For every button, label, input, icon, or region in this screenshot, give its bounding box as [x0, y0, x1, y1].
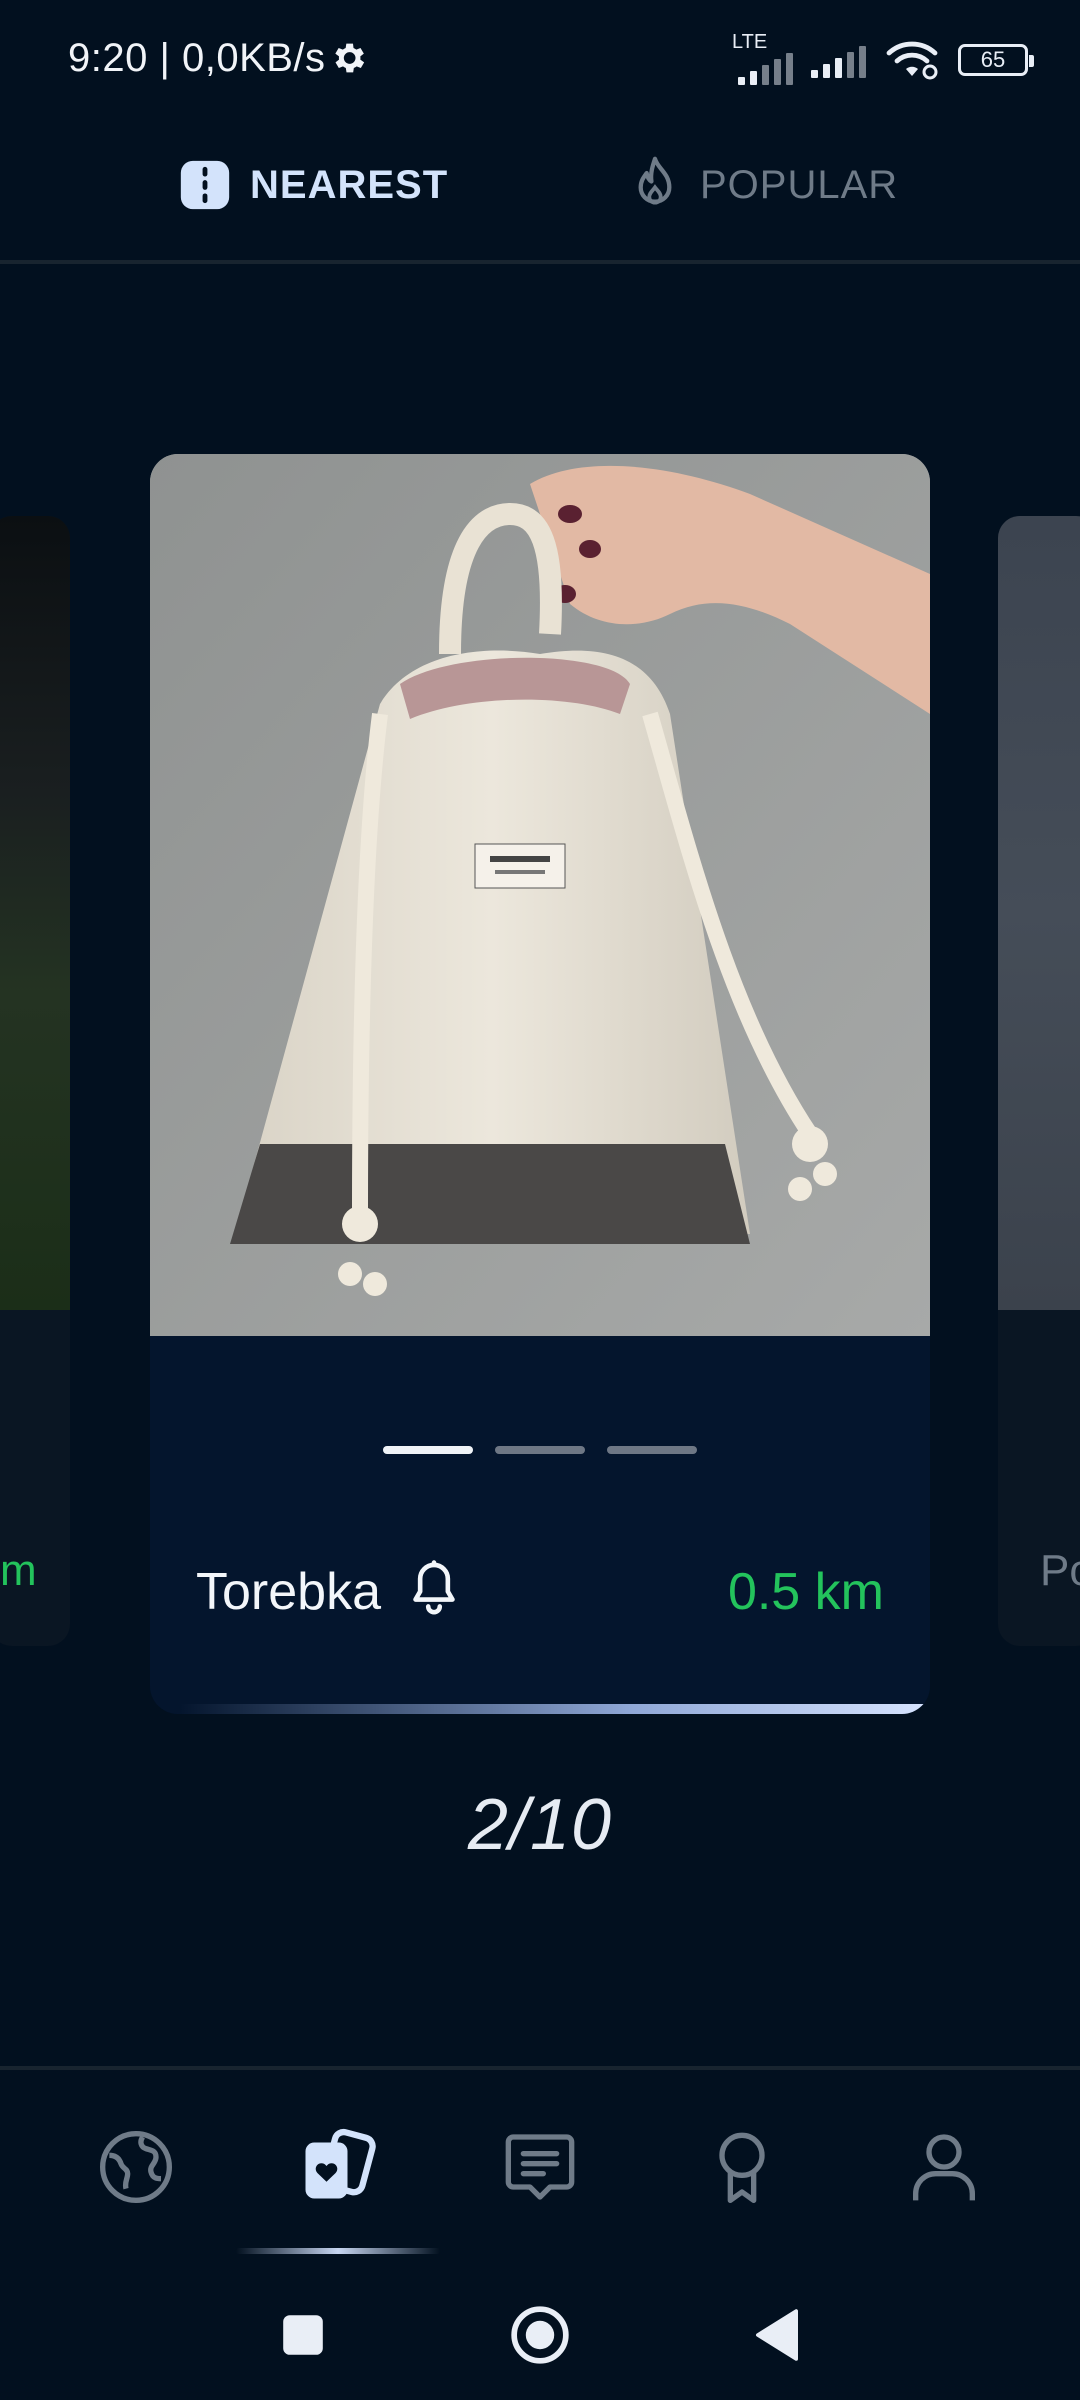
- nav-messages[interactable]: [495, 2122, 585, 2212]
- next-card-peek[interactable]: [998, 516, 1080, 1646]
- nav-cards[interactable]: [292, 2122, 382, 2212]
- signal-bars-1-icon: [738, 49, 793, 85]
- previous-card-peek[interactable]: [0, 516, 70, 1646]
- pager-dot[interactable]: [607, 1446, 697, 1454]
- status-time: 9:20 | 0,0KB/s: [68, 36, 326, 80]
- bottom-nav: [0, 2070, 1080, 2270]
- flame-icon: [638, 156, 672, 205]
- drawstring-bag-illustration: [150, 454, 930, 1336]
- tabs-divider: [0, 260, 1080, 264]
- previous-card-distance: m: [0, 1546, 37, 1595]
- award-icon: [719, 2132, 765, 2203]
- status-indicators: LTE 65: [732, 30, 1034, 90]
- tab-popular[interactable]: POPULAR: [626, 140, 898, 230]
- tab-nearest[interactable]: NEAREST: [176, 140, 448, 230]
- previous-card-image: [0, 516, 70, 1310]
- wifi-icon: [886, 41, 938, 80]
- item-card-info: Torebka 0.5 km: [150, 1336, 930, 1714]
- back-button[interactable]: [742, 2300, 812, 2370]
- message-icon: [505, 2134, 575, 2200]
- lte-signal: LTE: [732, 31, 793, 85]
- battery-icon: 65: [958, 44, 1034, 76]
- image-pager: [150, 1446, 930, 1454]
- pager-dot[interactable]: [383, 1446, 473, 1454]
- back-triangle-icon: [756, 2309, 798, 2361]
- road-icon: [180, 160, 230, 210]
- next-card-image: [998, 516, 1080, 1310]
- nav-active-indicator: [236, 2248, 440, 2254]
- nav-map[interactable]: [91, 2122, 181, 2212]
- item-photo[interactable]: [150, 454, 930, 1336]
- item-name: Torebka: [196, 1563, 381, 1621]
- next-card-label: Po: [1040, 1546, 1080, 1595]
- status-bar: 9:20 | 0,0KB/s LTE 65: [0, 0, 1080, 120]
- bell-icon[interactable]: [406, 1558, 462, 1618]
- signal-bars-2-icon: [811, 42, 866, 78]
- item-card[interactable]: Torebka 0.5 km: [150, 454, 930, 1714]
- recents-button[interactable]: [268, 2300, 338, 2370]
- cards-heart-icon: [305, 2128, 376, 2199]
- battery-level: 65: [980, 47, 1006, 72]
- nav-profile[interactable]: [899, 2122, 989, 2212]
- item-distance: 0.5 km: [727, 1563, 884, 1621]
- system-navigation-bar: [0, 2270, 1080, 2400]
- card-glow: [180, 1704, 930, 1714]
- tab-popular-label: POPULAR: [700, 162, 899, 207]
- globe-icon: [100, 2131, 172, 2203]
- profile-icon: [913, 2134, 975, 2201]
- settings-gear-icon: [335, 43, 365, 73]
- home-button[interactable]: [505, 2300, 575, 2370]
- square-icon: [283, 2315, 323, 2355]
- network-type: LTE: [732, 31, 768, 53]
- pager-dot[interactable]: [495, 1446, 585, 1454]
- circle-icon: [511, 2306, 569, 2364]
- carousel-counter: 2/10: [467, 1785, 613, 1865]
- top-tabs: NEAREST POPULAR: [0, 130, 1080, 260]
- tab-nearest-label: NEAREST: [250, 162, 449, 207]
- nav-awards[interactable]: [697, 2122, 787, 2212]
